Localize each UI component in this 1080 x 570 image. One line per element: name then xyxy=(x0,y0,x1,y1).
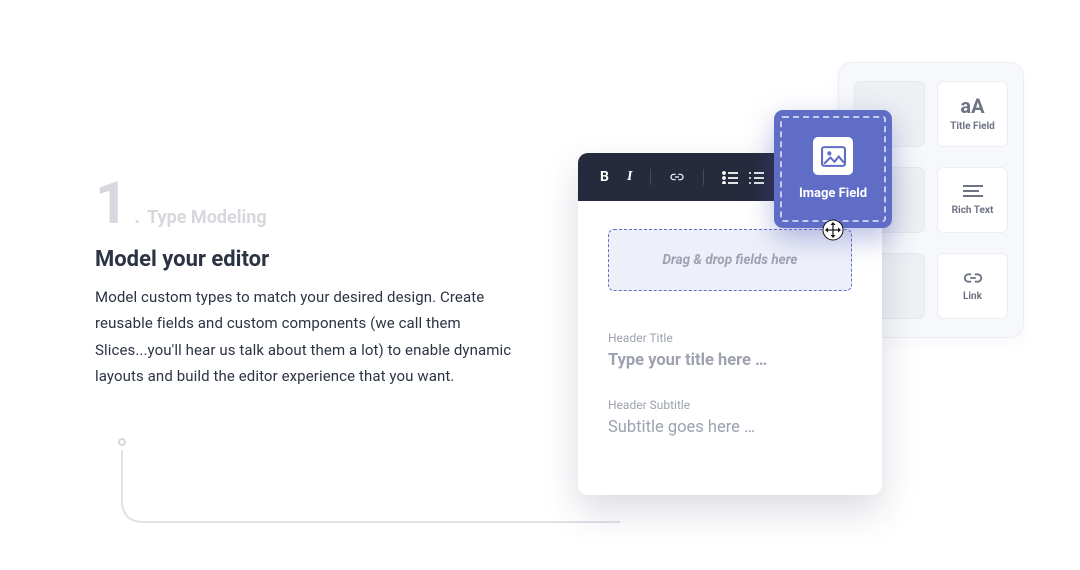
field-caption-title: Header Title xyxy=(608,331,852,345)
bullet-list-icon[interactable] xyxy=(722,170,738,184)
field-tile-label: Title Field xyxy=(950,121,995,132)
italic-icon[interactable]: I xyxy=(627,170,632,184)
field-tile-link[interactable]: Link xyxy=(937,253,1008,319)
field-tile-label: Link xyxy=(963,291,982,302)
dragging-field-label: Image Field xyxy=(799,186,867,201)
step-number: 1 xyxy=(95,175,128,233)
richtext-icon xyxy=(962,184,984,200)
step-indicator: 1 . Type Modeling xyxy=(95,175,535,233)
link-icon[interactable] xyxy=(669,170,685,184)
field-tile-label: Rich Text xyxy=(952,205,994,216)
move-cursor-icon xyxy=(822,219,844,241)
dropzone[interactable]: Drag & drop fields here xyxy=(608,229,852,291)
section-heading: Model your editor xyxy=(95,247,535,272)
timeline-dot-icon xyxy=(118,438,126,446)
image-icon xyxy=(813,137,853,175)
subtitle-input[interactable]: Subtitle goes here … xyxy=(608,418,852,437)
field-tile-title[interactable]: aA Title Field xyxy=(937,81,1008,147)
numbered-list-icon[interactable] xyxy=(748,170,764,184)
title-input[interactable]: Type your title here … xyxy=(608,351,852,370)
field-caption-subtitle: Header Subtitle xyxy=(608,398,852,412)
dragging-image-field[interactable]: Image Field xyxy=(774,110,892,228)
timeline-path xyxy=(120,450,620,570)
bold-icon[interactable]: B xyxy=(600,170,609,184)
title-field-icon: aA xyxy=(960,96,984,116)
link-icon xyxy=(962,270,984,286)
section-body: Model custom types to match your desired… xyxy=(95,284,535,389)
field-tile-richtext[interactable]: Rich Text xyxy=(937,167,1008,233)
step-label: Type Modeling xyxy=(147,207,267,228)
